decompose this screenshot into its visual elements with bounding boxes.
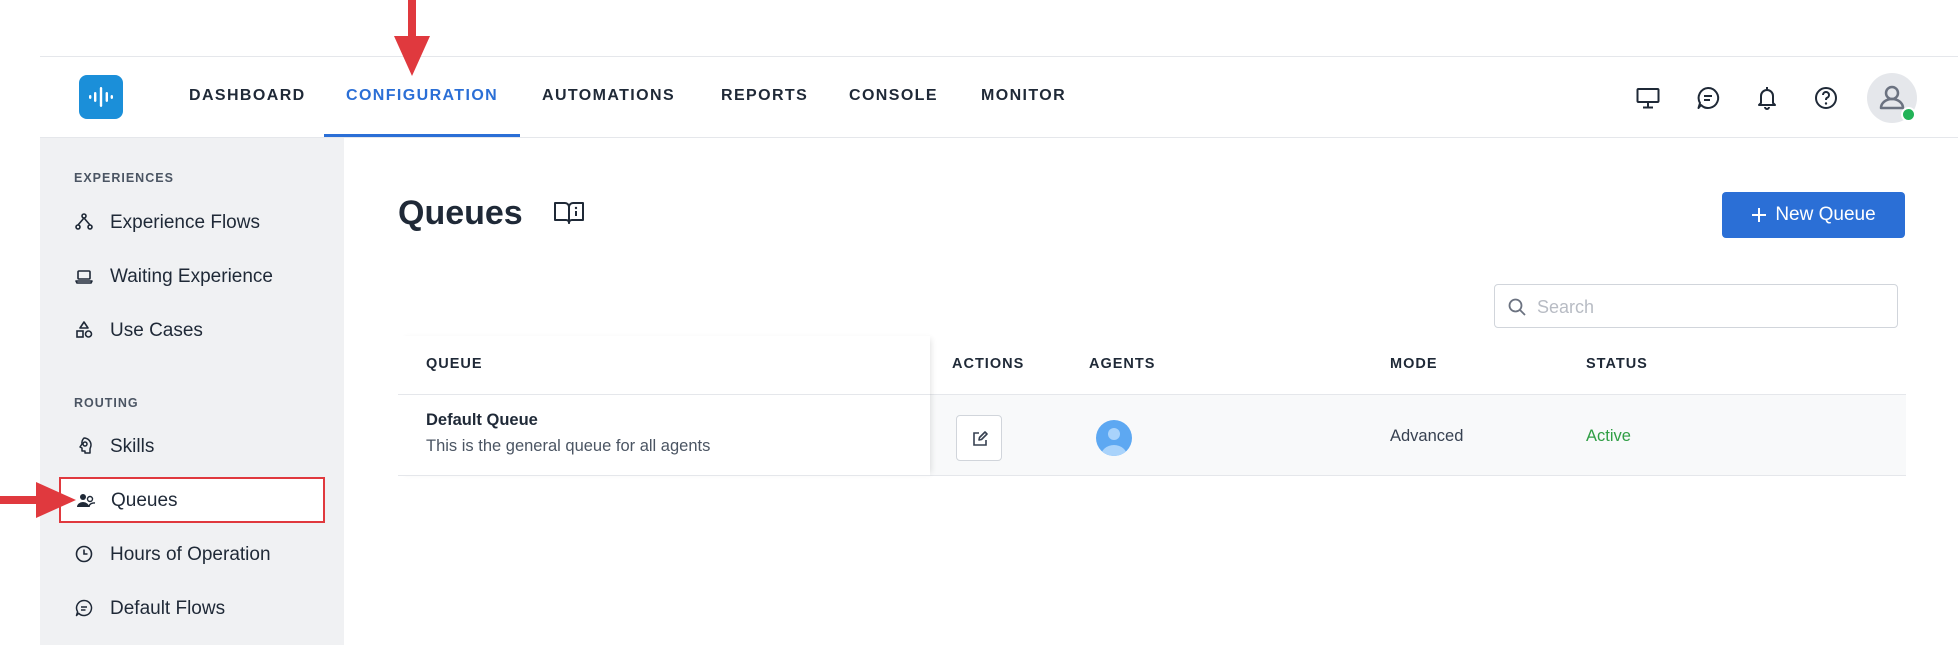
app-logo[interactable]: [79, 75, 123, 119]
nav-automations[interactable]: AUTOMATIONS: [542, 87, 675, 105]
sidebar-item-label: Hours of Operation: [110, 544, 271, 565]
agent-avatar[interactable]: [1096, 420, 1132, 456]
waveform-icon: [89, 87, 113, 107]
sidebar-item-label: Skills: [110, 436, 155, 457]
bell-icon[interactable]: [1754, 85, 1780, 111]
main-content: Queues New Queue QUEUE ACTIONS AGENTS MO…: [344, 138, 1958, 645]
monitor-icon[interactable]: [1635, 85, 1661, 111]
laptop-icon: [75, 270, 93, 284]
search-input[interactable]: [1535, 293, 1889, 321]
sidebar-item-queues[interactable]: Queues: [59, 477, 325, 523]
chat-icon: [75, 599, 93, 617]
chat-icon[interactable]: [1695, 85, 1721, 111]
book-info-icon[interactable]: [553, 200, 585, 226]
queue-status: Active: [1586, 427, 1631, 445]
sidebar-item-use-cases[interactable]: Use Cases: [72, 310, 332, 350]
annotation-arrow-right: [0, 482, 76, 518]
users-icon: [77, 494, 96, 508]
sidebar-item-experience-flows[interactable]: Experience Flows: [72, 202, 332, 242]
online-status-dot: [1901, 107, 1916, 122]
sidebar-item-hours-of-operation[interactable]: Hours of Operation: [72, 534, 332, 574]
column-header-agents: AGENTS: [1089, 356, 1156, 372]
nav-reports[interactable]: REPORTS: [721, 87, 808, 105]
column-header-mode[interactable]: MODE: [1390, 356, 1438, 372]
plus-icon: [1752, 208, 1767, 222]
nav-configuration[interactable]: CONFIGURATION: [346, 87, 498, 105]
edit-icon: [973, 431, 988, 446]
sidebar-item-default-flows[interactable]: Default Flows: [72, 588, 332, 628]
queue-mode: Advanced: [1390, 427, 1464, 445]
queues-table: QUEUE ACTIONS AGENTS MODE STATUS Default…: [398, 336, 1906, 476]
user-icon: [1101, 428, 1127, 456]
sidebar-section-routing: ROUTING: [74, 396, 139, 410]
active-tab-indicator: [324, 134, 520, 137]
nav-console[interactable]: CONSOLE: [849, 87, 938, 105]
new-queue-label: New Queue: [1775, 204, 1876, 225]
column-header-actions: ACTIONS: [952, 356, 1025, 372]
search-icon: [1508, 298, 1526, 316]
sidebar-item-label: Default Flows: [110, 598, 226, 619]
sidebar-section-experiences: EXPERIENCES: [74, 171, 174, 185]
nav-monitor[interactable]: MONITOR: [981, 87, 1066, 105]
sidebar-item-waiting-experience[interactable]: Waiting Experience: [72, 256, 332, 296]
page-title: Queues: [398, 194, 523, 232]
sidebar: EXPERIENCES Experience Flows Waiting Exp…: [40, 138, 344, 645]
skills-icon: [79, 437, 92, 454]
queue-description: This is the general queue for all agents: [426, 437, 711, 455]
sidebar-item-skills[interactable]: Skills: [72, 426, 332, 466]
column-header-status[interactable]: STATUS: [1586, 356, 1648, 372]
edit-queue-button[interactable]: [956, 415, 1002, 461]
new-queue-button[interactable]: New Queue: [1722, 192, 1905, 238]
shapes-icon: [76, 321, 93, 338]
flow-icon: [75, 213, 93, 230]
help-icon[interactable]: [1813, 85, 1839, 111]
sidebar-item-label: Waiting Experience: [110, 266, 273, 287]
clock-icon: [75, 545, 93, 563]
sidebar-item-label: Use Cases: [110, 320, 203, 341]
top-navbar: DASHBOARD CONFIGURATION AUTOMATIONS REPO…: [40, 57, 1958, 138]
user-avatar[interactable]: [1867, 73, 1917, 123]
column-header-queue[interactable]: QUEUE: [426, 356, 483, 372]
search-box[interactable]: [1494, 284, 1898, 328]
sidebar-item-label: Queues: [111, 490, 178, 511]
nav-dashboard[interactable]: DASHBOARD: [189, 87, 306, 105]
queue-name[interactable]: Default Queue: [426, 411, 538, 430]
sidebar-item-label: Experience Flows: [110, 212, 260, 233]
annotation-arrow-down: [394, 0, 430, 76]
